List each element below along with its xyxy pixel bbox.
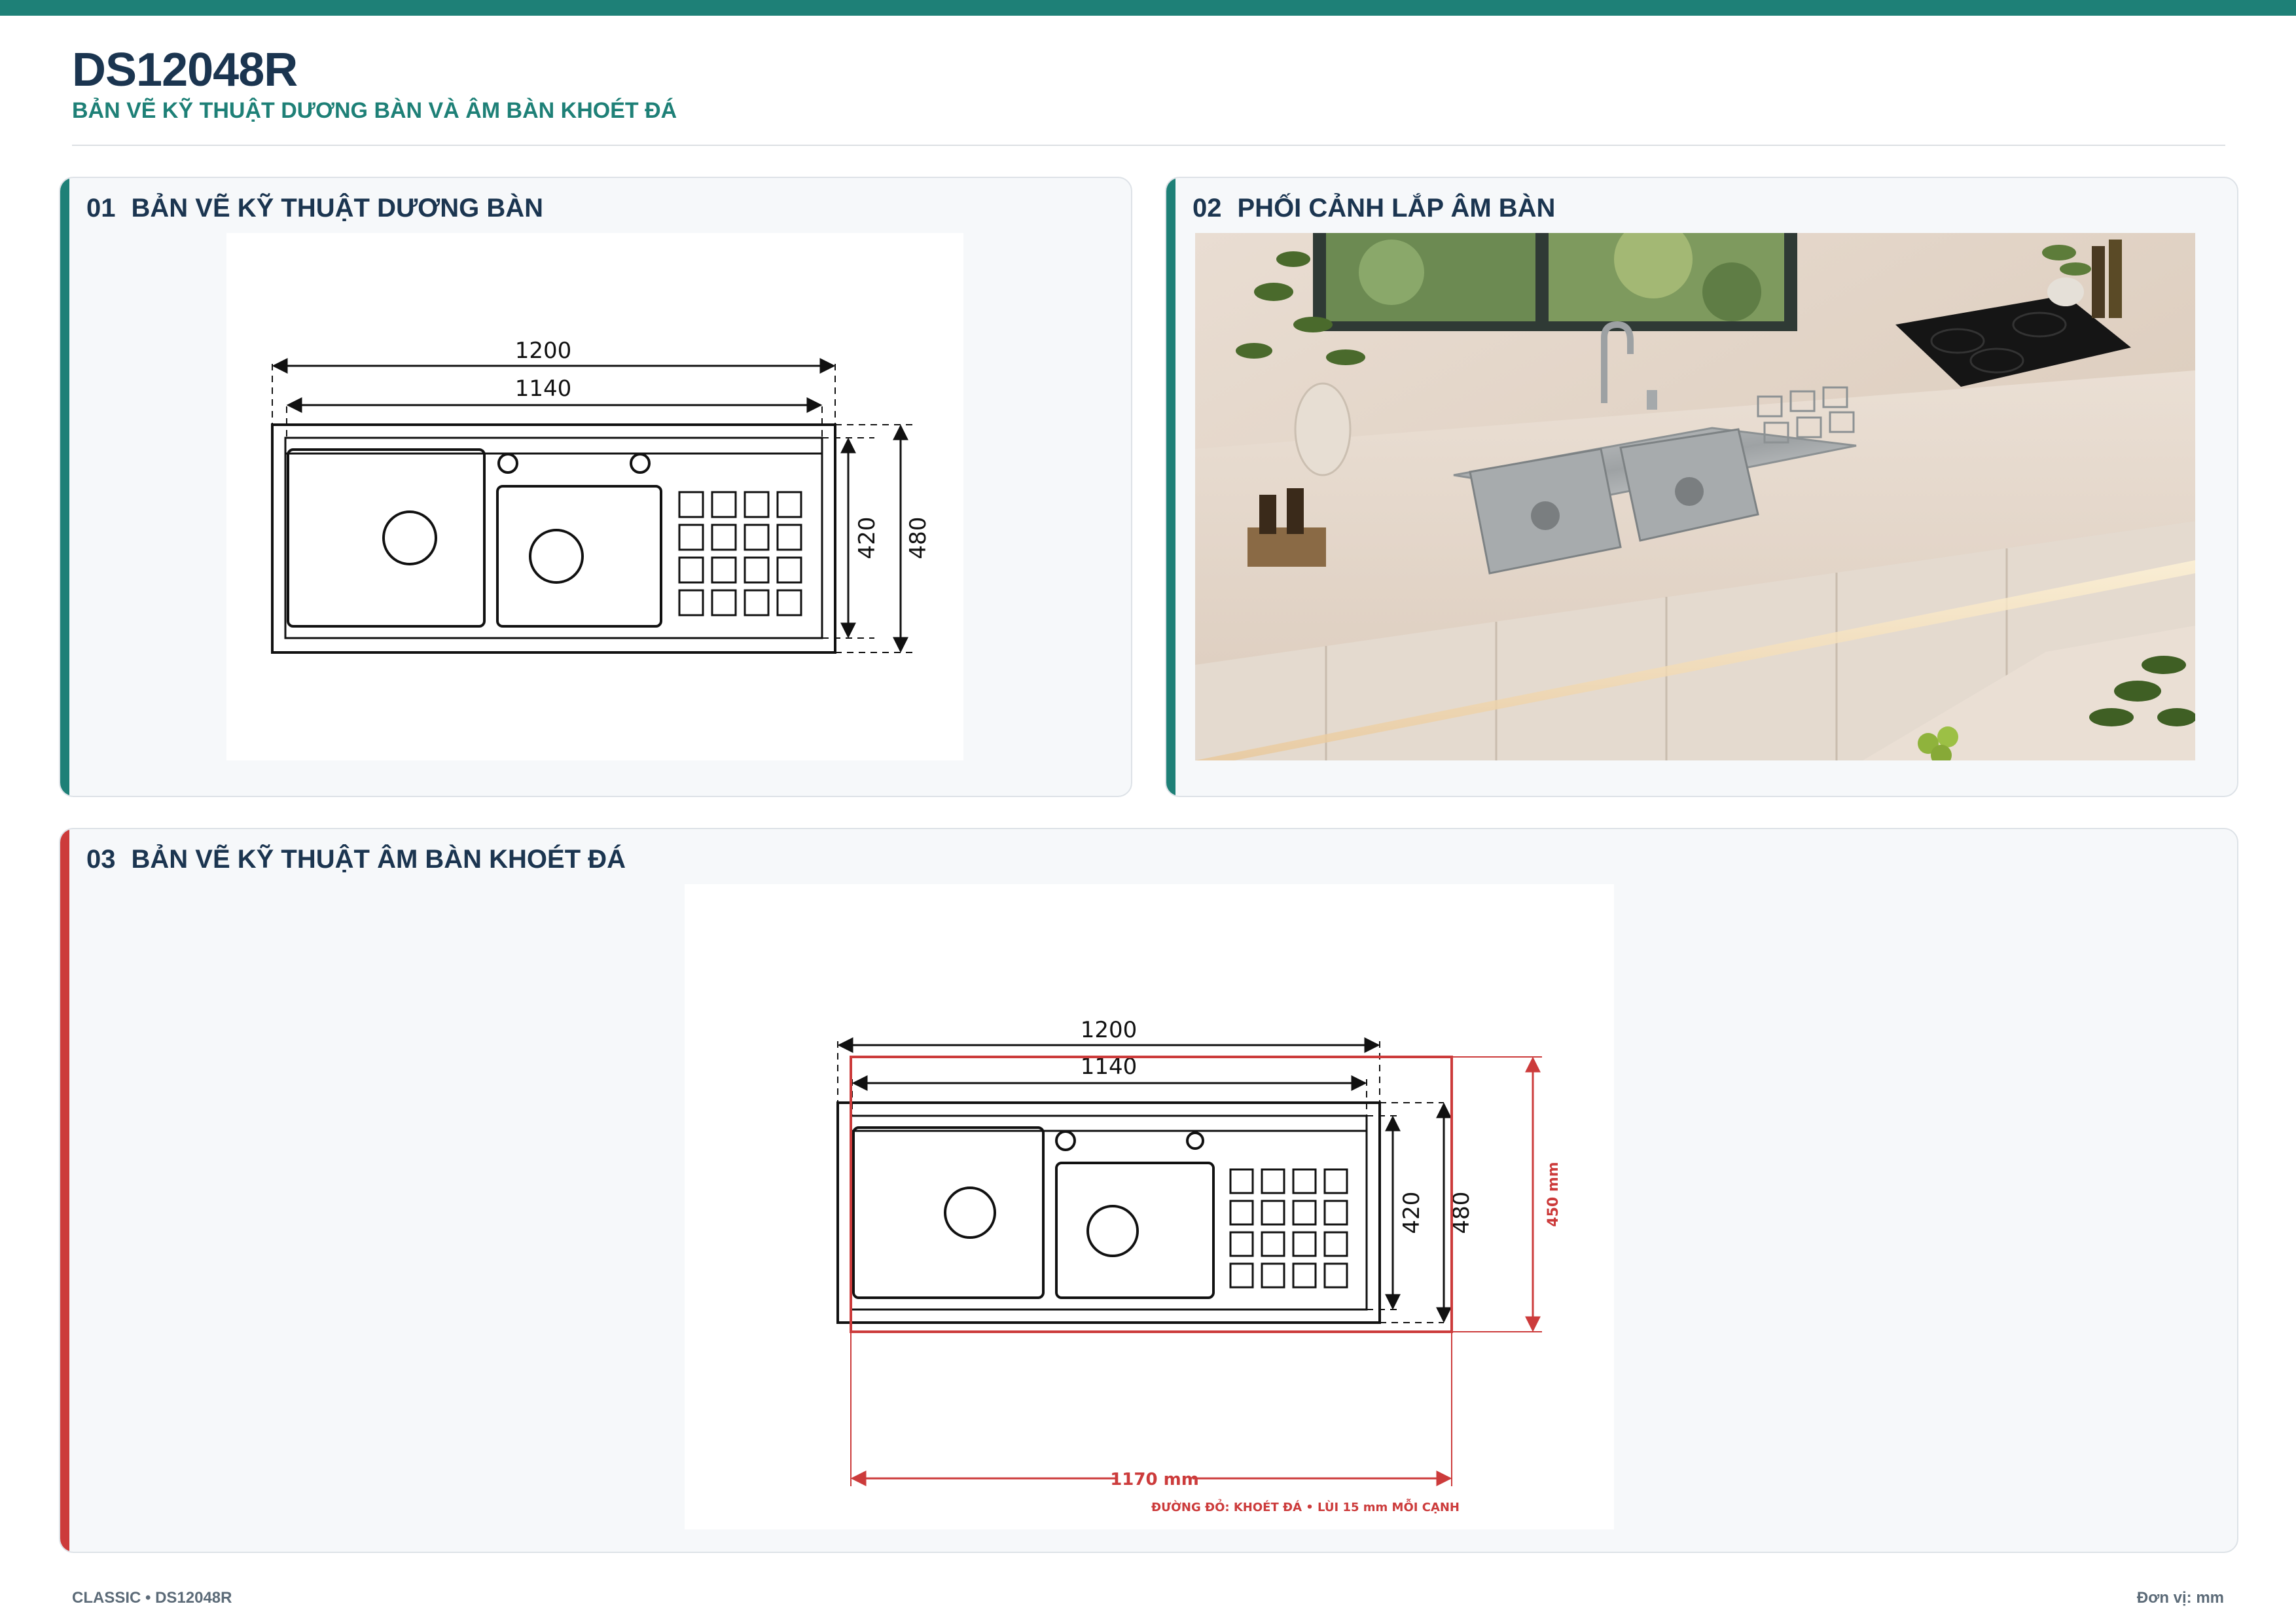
cutout-outline bbox=[850, 1056, 1453, 1333]
sink-inner-rim bbox=[850, 1115, 1368, 1311]
tap-hole-1 bbox=[1055, 1130, 1076, 1151]
panel-top-mount-drawing: 01 BẢN VẼ KỸ THUẬT DƯƠNG BÀN 1200 1140 4… bbox=[59, 177, 1132, 797]
sink-outer-rim bbox=[836, 1101, 1381, 1324]
undermount-sink-svg: 1200 1140 420 480 1170 mm 450 mm ĐƯỜNG Đ… bbox=[836, 1017, 1562, 1514]
dim-overall-depth: 480 bbox=[905, 517, 931, 560]
tap-hole-2 bbox=[630, 453, 651, 474]
panel-perspective-render: 02 PHỐI CẢNH LẮP ÂM BÀN bbox=[1165, 177, 2238, 797]
top-mount-sink-svg: 1200 1140 420 480 bbox=[271, 338, 931, 654]
panel-undermount-cutout-drawing: 03 BẢN VẼ KỸ THUẬT ÂM BÀN KHOÉT ĐÁ 1200 … bbox=[59, 828, 2238, 1553]
small-bowl-drain bbox=[529, 529, 584, 584]
dim-inner-depth: 420 bbox=[854, 517, 880, 560]
panel-title: BẢN VẼ KỸ THUẬT ÂM BÀN KHOÉT ĐÁ bbox=[131, 845, 626, 874]
sink-inner-rim bbox=[284, 437, 823, 639]
tap-hole-2 bbox=[1186, 1132, 1204, 1150]
small-bowl-drain bbox=[1086, 1205, 1139, 1257]
large-bowl bbox=[287, 448, 486, 628]
top-accent-bar bbox=[0, 0, 2296, 16]
large-bowl-drain bbox=[382, 510, 437, 565]
top-mount-technical-drawing: 1200 1140 420 480 bbox=[226, 233, 963, 760]
dim-inner-depth: 420 bbox=[1399, 1192, 1425, 1234]
panel-heading: 03 BẢN VẼ KỸ THUẬT ÂM BÀN KHOÉT ĐÁ bbox=[86, 845, 626, 874]
large-bowl-drain bbox=[944, 1186, 996, 1239]
kitchen-perspective-image bbox=[1195, 233, 2195, 760]
page-title: DS12048R bbox=[72, 44, 298, 96]
footer-unit: Đơn vị: mm bbox=[2136, 1589, 2224, 1607]
sink-outer-rim bbox=[271, 423, 836, 654]
header-divider bbox=[72, 145, 2225, 146]
drainboard-grid bbox=[678, 491, 802, 616]
panel-accent bbox=[60, 178, 69, 796]
dim-inner-width: 1140 bbox=[515, 376, 572, 402]
small-bowl bbox=[1055, 1162, 1215, 1299]
panel-accent bbox=[1166, 178, 1175, 796]
panel-number: 03 bbox=[86, 845, 116, 874]
dim-cutout-depth: 450 mm bbox=[1545, 1162, 1562, 1226]
kitchen-render-svg bbox=[1195, 233, 2195, 760]
panel-accent bbox=[60, 829, 69, 1552]
tap-hole-1 bbox=[497, 453, 518, 474]
panel-heading: 01 BẢN VẼ KỸ THUẬT DƯƠNG BÀN bbox=[86, 194, 543, 223]
panel-number: 02 bbox=[1193, 194, 1222, 223]
drainboard-grid bbox=[1229, 1168, 1348, 1289]
panel-title: BẢN VẼ KỸ THUẬT DƯƠNG BÀN bbox=[131, 194, 544, 223]
dim-cutout-width: 1170 mm bbox=[1110, 1470, 1199, 1489]
dim-overall-width: 1200 bbox=[515, 338, 572, 364]
small-bowl bbox=[496, 485, 662, 628]
panel-heading: 02 PHỐI CẢNH LẮP ÂM BÀN bbox=[1193, 194, 1555, 223]
panel-number: 01 bbox=[86, 194, 116, 223]
panel-title: PHỐI CẢNH LẮP ÂM BÀN bbox=[1237, 194, 1556, 223]
large-bowl bbox=[852, 1126, 1045, 1299]
footer-series: CLASSIC • DS12048R bbox=[72, 1589, 232, 1607]
cutout-note: ĐƯỜNG ĐỎ: KHOÉT ĐÁ • LÙI 15 mm MỖI CẠNH bbox=[1151, 1498, 1460, 1514]
dim-overall-width: 1200 bbox=[1081, 1017, 1138, 1043]
page-subtitle: BẢN VẼ KỸ THUẬT DƯƠNG BÀN VÀ ÂM BÀN KHOÉ… bbox=[72, 98, 677, 123]
undermount-technical-drawing: 1200 1140 420 480 1170 mm 450 mm ĐƯỜNG Đ… bbox=[685, 884, 1614, 1529]
